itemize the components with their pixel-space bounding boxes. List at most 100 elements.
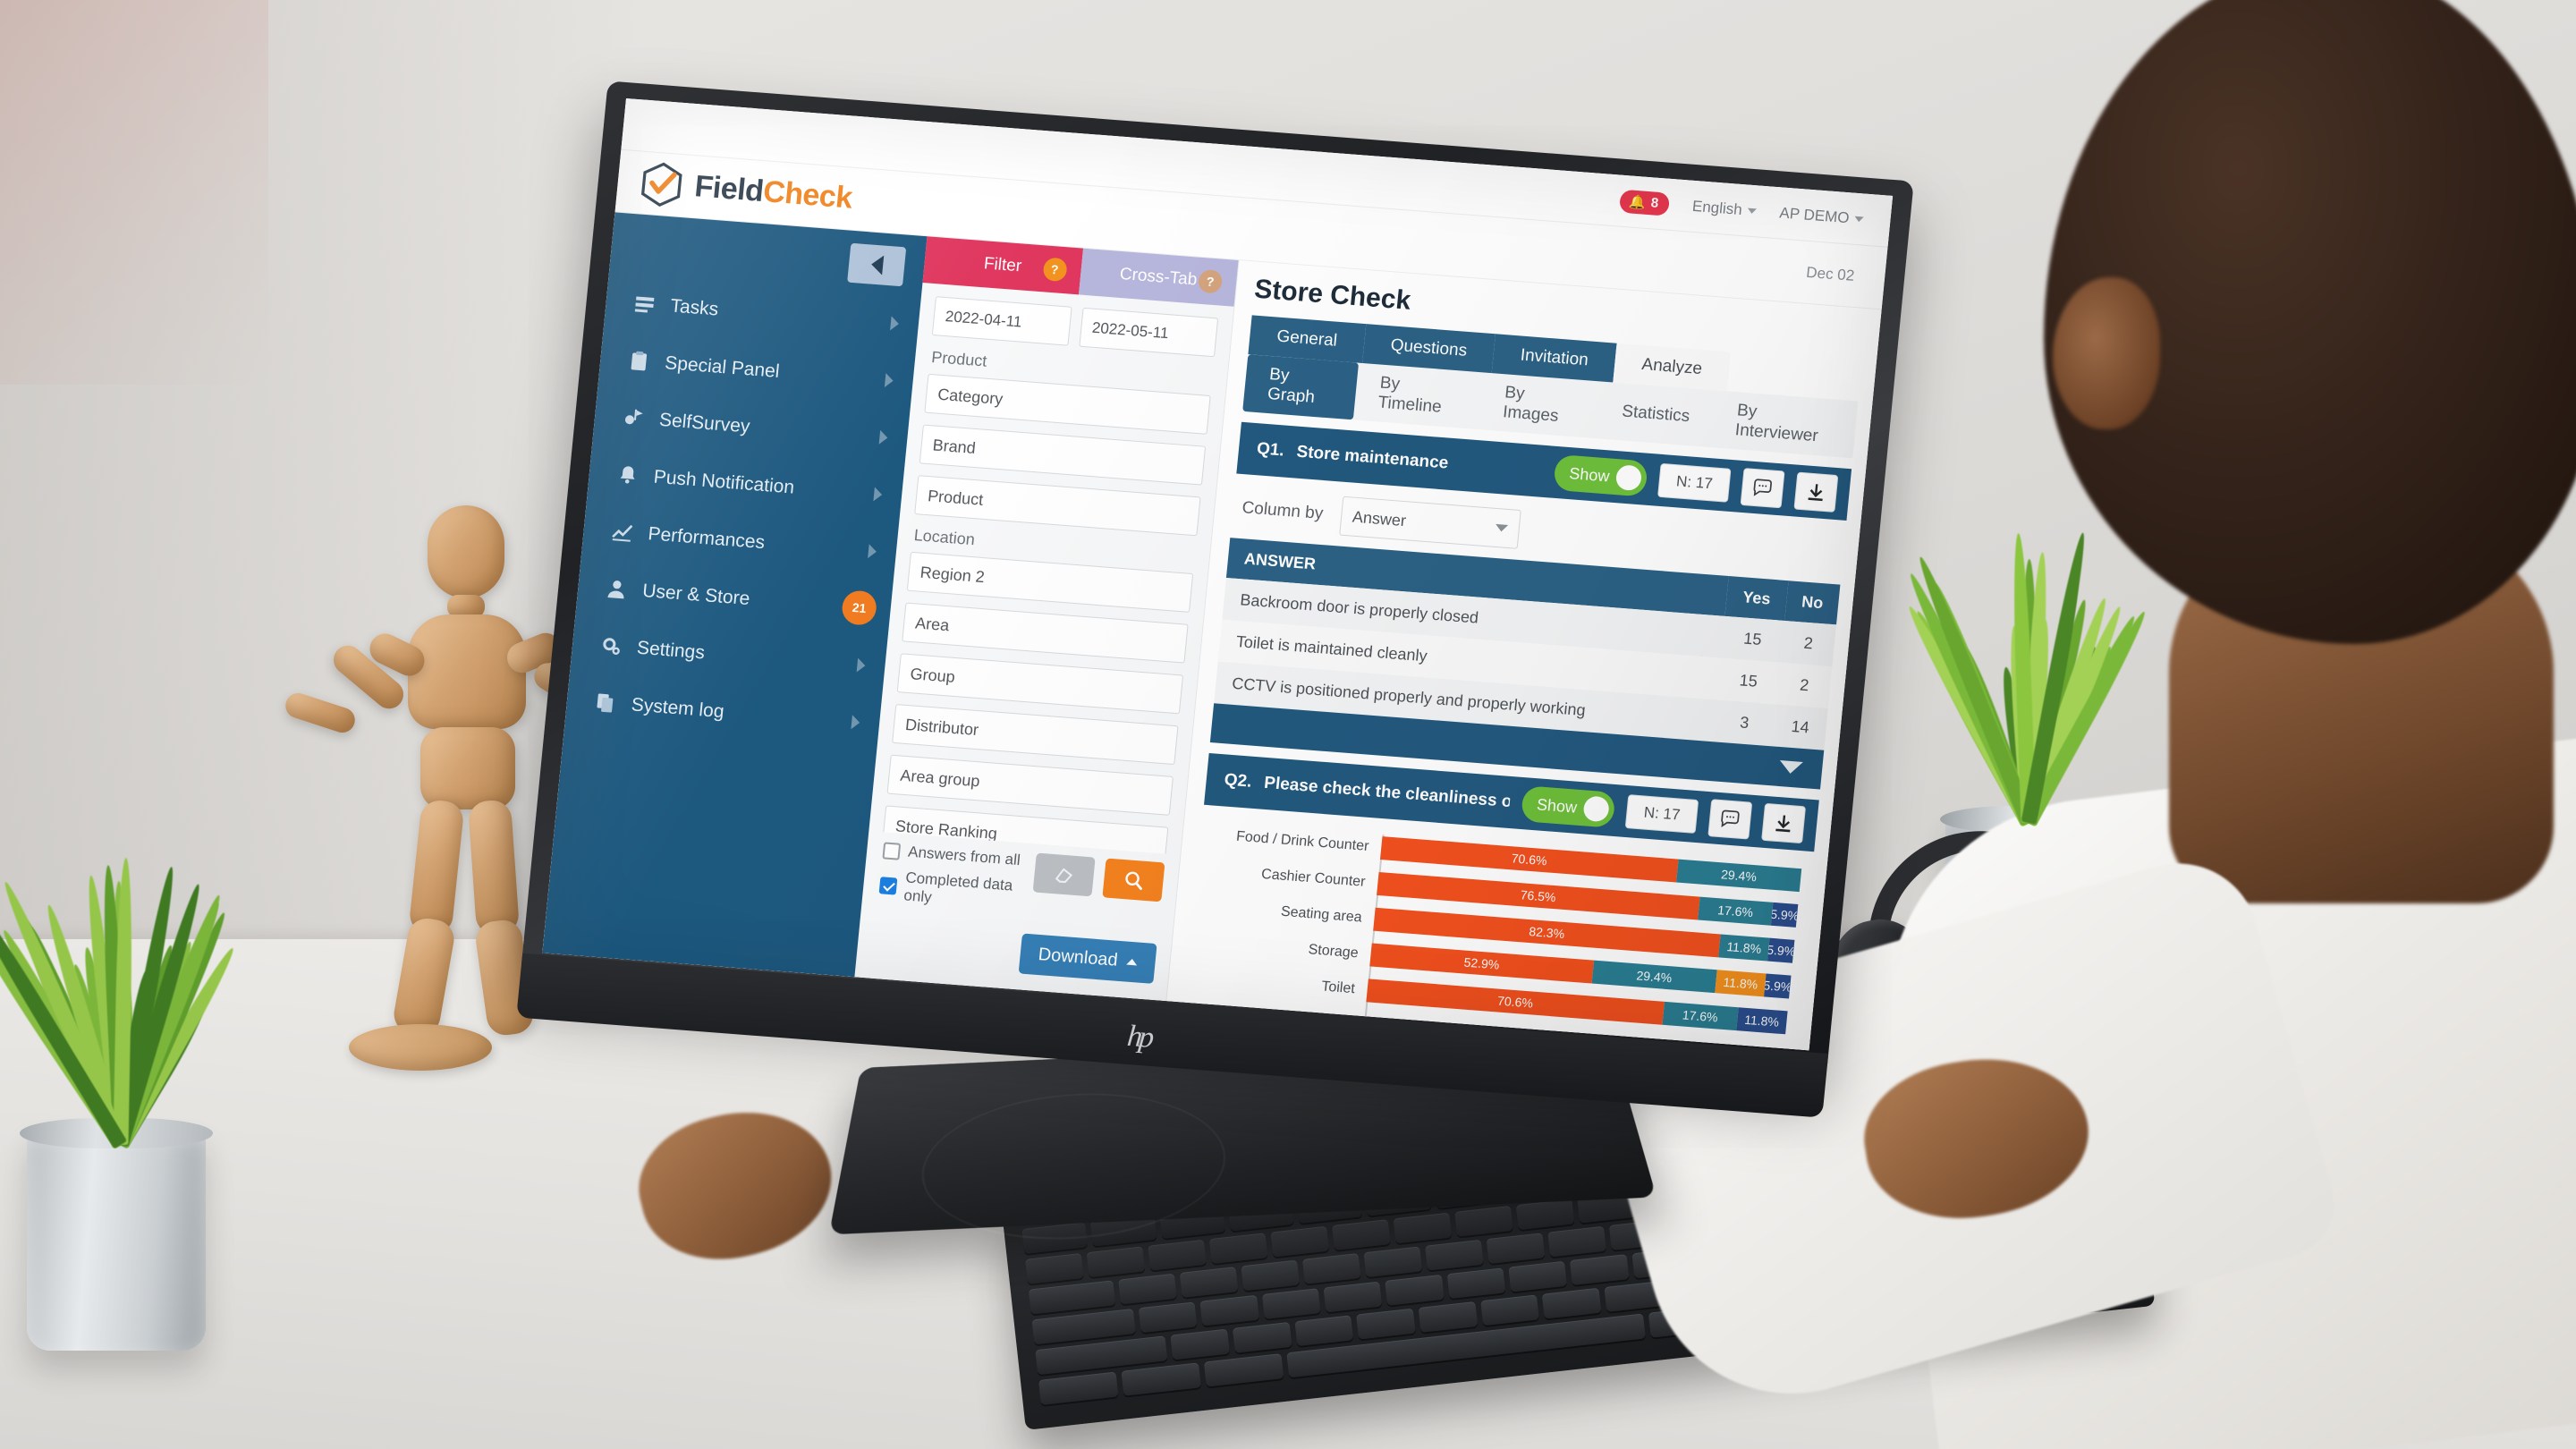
q2-download-button[interactable] bbox=[1761, 803, 1806, 843]
reset-filter-button[interactable] bbox=[1033, 853, 1096, 897]
q1-column-by-value: Answer bbox=[1352, 507, 1407, 530]
q1-download-button[interactable] bbox=[1793, 472, 1838, 513]
q1-column-by-select[interactable]: Answer bbox=[1339, 496, 1521, 549]
table-header-cell: Yes bbox=[1724, 576, 1788, 621]
q1-show-toggle[interactable]: Show bbox=[1554, 454, 1649, 497]
bell-icon: 🔔 bbox=[1628, 193, 1646, 210]
sidebar-item-label: Settings bbox=[636, 638, 844, 675]
q2-title: Please check the cleanliness of our faci… bbox=[1263, 774, 1511, 812]
clipboard-icon bbox=[626, 349, 651, 374]
fieldcheck-app: 🔔 8 English AP DEMO FieldCheck Dec 02 Ta… bbox=[542, 98, 1893, 1050]
sidebar-item-badge: 21 bbox=[841, 589, 878, 626]
filter-fields: 2022-04-11 2022-05-11 Product Category Bra… bbox=[869, 283, 1233, 855]
sidebar-item-label: Special Panel bbox=[664, 352, 872, 390]
q2-comment-button[interactable] bbox=[1707, 799, 1752, 839]
chevron-down-icon bbox=[1495, 524, 1508, 532]
q1-column-by-label: Column by bbox=[1241, 498, 1325, 524]
chevron-down-icon bbox=[1747, 208, 1757, 214]
sidebar-collapse-button[interactable] bbox=[847, 243, 906, 287]
search-icon bbox=[1122, 869, 1145, 892]
chevron-right-icon bbox=[879, 430, 889, 445]
q2-show-label: Show bbox=[1536, 795, 1578, 817]
monitor: hp 🔔 8 English AP DEMO FieldCheck Dec 02… bbox=[0, 0, 2576, 1449]
chevron-right-icon bbox=[868, 544, 877, 559]
q1-comment-button[interactable] bbox=[1741, 468, 1785, 508]
download-label: Download bbox=[1038, 945, 1119, 971]
sidebar-item-label: System log bbox=[631, 694, 839, 732]
search-button[interactable] bbox=[1102, 858, 1165, 902]
notification-badge[interactable]: 🔔 8 bbox=[1619, 189, 1670, 216]
toggle-knob bbox=[1615, 464, 1643, 491]
monitor-screen-assembly: hp 🔔 8 English AP DEMO FieldCheck Dec 02… bbox=[542, 98, 1893, 1050]
table-cell-yes: 15 bbox=[1716, 658, 1781, 705]
toggle-knob bbox=[1583, 795, 1611, 822]
screen: 🔔 8 English AP DEMO FieldCheck Dec 02 Ta… bbox=[542, 98, 1893, 1050]
filter-field-distributor[interactable]: Distributor bbox=[892, 704, 1178, 765]
tab-by-timeline[interactable]: By Timeline bbox=[1353, 363, 1484, 429]
filter-field-brand[interactable]: Brand bbox=[919, 424, 1206, 485]
notification-count: 8 bbox=[1650, 195, 1659, 211]
date-from-input[interactable]: 2022-04-11 bbox=[932, 296, 1072, 345]
list-icon bbox=[631, 292, 657, 317]
chevron-right-icon bbox=[873, 487, 883, 503]
sidebar-item-label: Tasks bbox=[669, 295, 877, 333]
table-cell-no: 2 bbox=[1781, 621, 1836, 666]
sidebar-item-label: SelfSurvey bbox=[658, 410, 867, 447]
chevron-down-icon bbox=[1854, 216, 1864, 222]
checkbox-answers-from-all[interactable]: Answers from all bbox=[882, 841, 1036, 870]
table-cell-yes: 15 bbox=[1721, 616, 1785, 663]
account-menu[interactable]: AP DEMO bbox=[1779, 204, 1865, 228]
download-icon bbox=[1772, 812, 1795, 835]
sidebar-item-label: Push Notification bbox=[653, 467, 861, 504]
checkbox-label: Answers from all bbox=[907, 843, 1021, 870]
caret-up-icon bbox=[1126, 959, 1138, 966]
q2-show-toggle[interactable]: Show bbox=[1521, 785, 1616, 828]
chart-segment-poor: 11.8% bbox=[1715, 970, 1767, 996]
download-icon bbox=[1804, 480, 1827, 504]
user-icon bbox=[604, 577, 629, 602]
monitor-brand-logo: hp bbox=[1125, 1020, 1152, 1055]
date-range: 2022-04-11 2022-05-11 bbox=[932, 296, 1218, 357]
question-icon[interactable]: ? bbox=[1198, 269, 1223, 294]
chevron-right-icon bbox=[885, 373, 894, 388]
tab-by-images[interactable]: By Images bbox=[1478, 372, 1601, 438]
filter-field-area[interactable]: Area bbox=[902, 603, 1188, 664]
question-icon[interactable]: ? bbox=[1042, 257, 1067, 282]
question-card-q1: Q1. Store maintenance Show N: 17 Column … bbox=[1210, 422, 1852, 790]
date-to-input[interactable]: 2022-05-11 bbox=[1079, 308, 1218, 357]
language-label: English bbox=[1691, 197, 1743, 218]
language-selector[interactable]: English bbox=[1691, 197, 1758, 219]
q1-show-label: Show bbox=[1568, 464, 1610, 486]
sidebar-item-label: User & Store bbox=[641, 580, 872, 620]
q1-respondent-count: N: 17 bbox=[1657, 463, 1731, 503]
chevron-down-icon bbox=[1779, 760, 1803, 775]
tab-statistics[interactable]: Statistics bbox=[1597, 391, 1715, 437]
bell-icon bbox=[615, 462, 640, 487]
q1-number: Q1. bbox=[1256, 439, 1285, 461]
tab-by-interviewer[interactable]: By Interviewer bbox=[1710, 390, 1859, 458]
q2-number: Q2. bbox=[1224, 770, 1253, 792]
tab-by-graph[interactable]: By Graph bbox=[1242, 354, 1359, 419]
tab-filter-label: Filter bbox=[983, 254, 1022, 276]
comment-icon bbox=[1750, 477, 1774, 500]
q1-title: Store maintenance bbox=[1296, 443, 1544, 481]
hexagon-check-icon bbox=[639, 160, 684, 208]
download-button[interactable]: Download bbox=[1019, 934, 1157, 984]
survey-flag-icon bbox=[621, 406, 646, 431]
file-copy-icon bbox=[593, 691, 618, 716]
chevron-right-icon bbox=[851, 715, 860, 730]
sidebar-item-label: Performances bbox=[647, 523, 855, 561]
filter-field-product[interactable]: Product bbox=[914, 475, 1200, 536]
table-cell-no: 2 bbox=[1776, 663, 1832, 708]
question-card-q2: Q2. Please check the cleanliness of our … bbox=[1173, 753, 1819, 1050]
q2-respondent-count: N: 17 bbox=[1625, 794, 1699, 834]
chart-segment-very-poor: 11.8% bbox=[1736, 1007, 1788, 1034]
checkbox-box bbox=[879, 877, 898, 894]
gear-icon bbox=[598, 633, 623, 658]
main-content: Store Check General Questions Invitation An… bbox=[1166, 260, 1881, 1050]
eraser-icon bbox=[1053, 863, 1076, 886]
filter-field-group[interactable]: Group bbox=[897, 653, 1183, 714]
table-header-cell: No bbox=[1784, 580, 1840, 624]
filter-field-area-group[interactable]: Area group bbox=[887, 755, 1174, 816]
chart-segment-very-poor: 5.9% bbox=[1767, 938, 1794, 963]
